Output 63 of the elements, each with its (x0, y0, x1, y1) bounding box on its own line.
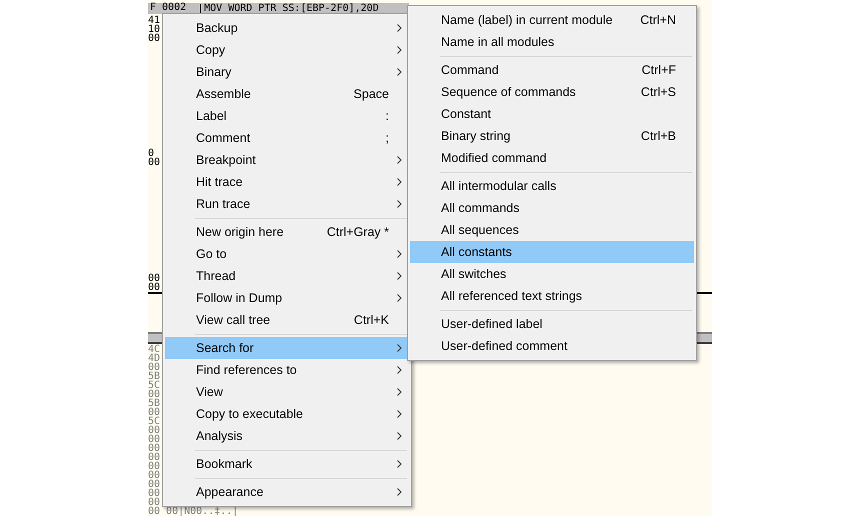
menu-item[interactable]: Constant (410, 103, 694, 125)
menu-item[interactable]: Thread (165, 265, 409, 287)
menu-item[interactable]: Name (label) in current module Ctrl+N (410, 9, 694, 31)
dump-byte: 4C (148, 345, 160, 354)
dump-byte: 00 (148, 462, 160, 471)
menu-item[interactable]: Backup (165, 17, 409, 39)
dump-byte: 5B (148, 399, 160, 408)
menu-item[interactable]: Analysis (165, 425, 409, 447)
dump-byte: 00 (148, 498, 160, 507)
dump-byte: 00 (148, 435, 160, 444)
dump-byte: 00 (148, 453, 160, 462)
dump-byte: 0 (148, 149, 154, 158)
dump-byte: 00 (148, 34, 160, 43)
menu-item[interactable]: View call tree Ctrl+K (165, 309, 409, 331)
code-row[interactable]: F 0002 MOV WORD PTR SS:[EBP-2F0],20D (148, 3, 409, 14)
menu-item[interactable]: Follow in Dump (165, 287, 409, 309)
menu-item[interactable]: Assemble Space (165, 83, 409, 105)
menu-item[interactable]: New origin here Ctrl+Gray * (165, 221, 409, 243)
menu-item[interactable]: Comment ; (165, 127, 409, 149)
menu-item[interactable]: Binary (165, 61, 409, 83)
dump-byte: 00 (148, 390, 160, 399)
dump-byte: 41 (148, 16, 160, 25)
menu-item[interactable]: All switches (410, 263, 694, 285)
menu-item[interactable]: Hit trace (165, 171, 409, 193)
dump-byte: 00 (148, 274, 160, 282)
menu-item[interactable]: Breakpoint (165, 149, 409, 171)
dump-byte: 00 (148, 408, 160, 417)
dump-byte: 00 (148, 158, 160, 168)
dump-row: 00 00|N00..‡..| (148, 507, 238, 516)
menu-item[interactable]: Modified command (410, 147, 694, 169)
dump-byte: 5C (148, 381, 160, 390)
menu-item[interactable]: Appearance (165, 481, 409, 503)
menu-item[interactable]: User-defined label (410, 313, 694, 335)
dump-byte: 00 (148, 282, 160, 292)
menu-item[interactable]: Name in all modules (410, 31, 694, 53)
dump-byte: 00 (148, 471, 160, 480)
dump-byte: 00 (148, 363, 160, 372)
menu-item[interactable]: Copy (165, 39, 409, 61)
menu-item[interactable]: Label : (165, 105, 409, 127)
menu-item[interactable]: View (165, 381, 409, 403)
dump-byte: 00 (148, 480, 160, 489)
dump-byte: 10 (148, 25, 160, 34)
menu-item[interactable]: Bookmark (165, 453, 409, 475)
menu-item[interactable]: Binary string Ctrl+B (410, 125, 694, 147)
dump-byte: 5B (148, 372, 160, 381)
menu-item[interactable]: All sequences (410, 219, 694, 241)
menu-item[interactable]: All constants (410, 241, 694, 263)
dump-byte: 00 (148, 444, 160, 453)
dump-byte: 00 (148, 489, 160, 498)
menu-item[interactable]: All referenced text strings (410, 285, 694, 307)
menu-item[interactable]: Search for (165, 337, 409, 359)
menu-item[interactable]: Sequence of commands Ctrl+S (410, 81, 694, 103)
menu-item[interactable]: Find references to (165, 359, 409, 381)
dump-byte: 4D (148, 354, 160, 363)
menu-item[interactable]: User-defined comment (410, 335, 694, 357)
menu-item[interactable]: Go to (165, 243, 409, 265)
dump-byte: 5C (148, 417, 160, 426)
menu-item[interactable]: All intermodular calls (410, 175, 694, 197)
menu-item[interactable]: Run trace (165, 193, 409, 215)
dump-byte: 00 (148, 426, 160, 435)
menu-item[interactable]: Copy to executable (165, 403, 409, 425)
menu-item[interactable]: Command Ctrl+F (410, 59, 694, 81)
menu-item[interactable]: All commands (410, 197, 694, 219)
